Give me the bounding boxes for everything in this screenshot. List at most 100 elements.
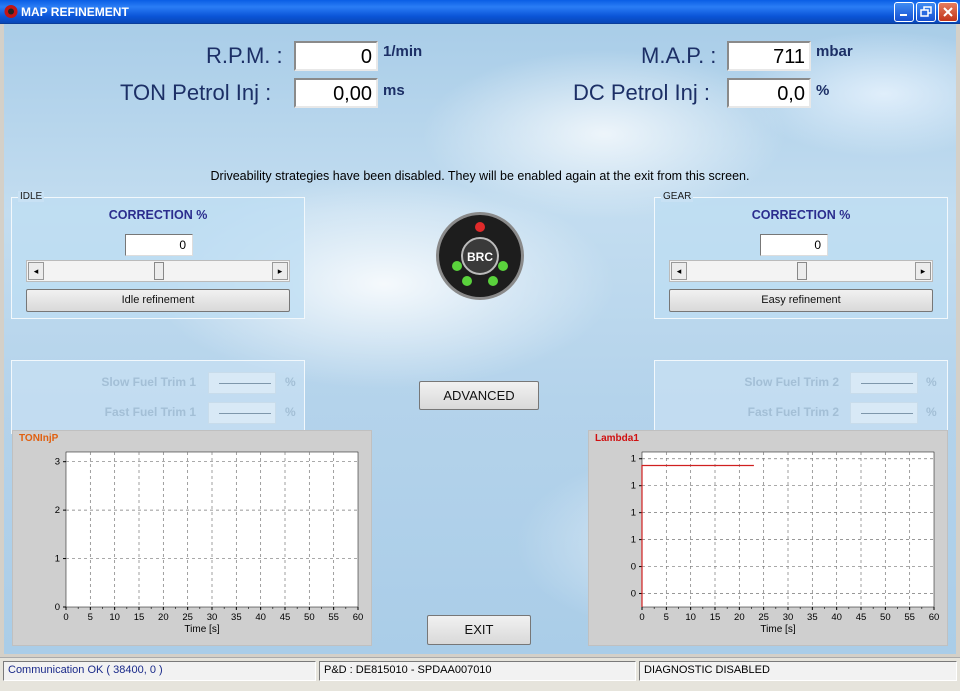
plot-area bbox=[65, 451, 359, 608]
x-tick-label: 55 bbox=[328, 612, 339, 623]
x-tick-label: 35 bbox=[231, 612, 242, 623]
dc-label: DC Petrol Inj : bbox=[573, 80, 710, 105]
gear-correction-title: CORRECTION % bbox=[751, 208, 851, 222]
brc-logo-text: BRC bbox=[467, 250, 493, 264]
gear-group: GEAR CORRECTION % 0 ◂ ▸ Easy refinement bbox=[654, 191, 948, 319]
y-tick-label: 1 bbox=[631, 508, 636, 519]
idle-correction-title: CORRECTION % bbox=[108, 208, 208, 222]
x-tick-label: 40 bbox=[255, 612, 266, 623]
lambda1-chart-panel: 0 5 10 15 20 25 30 35 40 45 50 55 60 0 0 1 1 1 1 Time [s] L… bbox=[588, 430, 948, 646]
easy-refinement-button[interactable]: Easy refinement bbox=[669, 289, 933, 312]
x-tick-label: 45 bbox=[856, 612, 867, 623]
exit-button[interactable]: EXIT bbox=[427, 615, 531, 645]
scroll-right-icon[interactable]: ▸ bbox=[915, 262, 931, 280]
brc-switch-logo: BRC bbox=[436, 212, 524, 300]
advanced-button[interactable]: ADVANCED bbox=[419, 381, 539, 410]
x-tick-label: 35 bbox=[807, 612, 818, 623]
map-label: M.A.P. : bbox=[641, 43, 717, 68]
idle-group-label: IDLE bbox=[18, 191, 45, 202]
rpm-value: 0 bbox=[294, 41, 378, 71]
rpm-unit: 1/min bbox=[383, 43, 423, 60]
map-unit: mbar bbox=[816, 43, 853, 60]
restore-icon bbox=[920, 6, 932, 17]
y-tick-label: 1 bbox=[631, 481, 636, 492]
x-tick-label: 0 bbox=[63, 612, 68, 623]
ton-unit: ms bbox=[383, 82, 405, 99]
toninjp-chart-title: TONInjP bbox=[19, 433, 59, 444]
slow-fuel-trim-2-label: Slow Fuel Trim 2 bbox=[744, 375, 839, 389]
y-tick-label: 3 bbox=[55, 457, 60, 468]
ton-value: 0,00 bbox=[294, 78, 378, 108]
scroll-left-icon[interactable]: ◂ bbox=[28, 262, 44, 280]
dc-value: 0,0 bbox=[727, 78, 811, 108]
toninjp-chart: 0 5 10 15 20 25 30 35 40 45 50 55 60 0 1 2 3 Time [s] bbox=[55, 451, 363, 635]
scroll-left-icon[interactable]: ◂ bbox=[671, 262, 687, 280]
x-tick-label: 10 bbox=[685, 612, 696, 623]
x-tick-label: 60 bbox=[929, 612, 940, 623]
gear-correction-input[interactable]: 0 bbox=[760, 234, 828, 256]
slider-thumb[interactable] bbox=[797, 262, 807, 280]
pd-status: P&D : DE815010 - SPDAA007010 bbox=[319, 661, 636, 681]
x-axis-label: Time [s] bbox=[760, 624, 795, 635]
x-tick-label: 50 bbox=[304, 612, 315, 623]
y-tick-label: 0 bbox=[631, 589, 636, 600]
slider-thumb[interactable] bbox=[154, 262, 164, 280]
x-tick-label: 10 bbox=[109, 612, 120, 623]
main-panel: R.P.M. : 0 1/min TON Petrol Inj : 0,00 m… bbox=[4, 24, 956, 654]
plot-area bbox=[641, 451, 935, 608]
x-tick-label: 20 bbox=[734, 612, 745, 623]
slow-fuel-trim-2-field bbox=[850, 372, 918, 394]
y-tick-label: 1 bbox=[55, 554, 60, 565]
x-tick-label: 20 bbox=[158, 612, 169, 623]
x-tick-label: 5 bbox=[88, 612, 93, 623]
fast-fuel-trim-1-unit: % bbox=[285, 405, 296, 419]
x-tick-label: 55 bbox=[904, 612, 915, 623]
driveability-notice: Driveability strategies have been disabl… bbox=[210, 169, 750, 183]
window-title: MAP REFINEMENT bbox=[21, 5, 129, 19]
scroll-right-icon[interactable]: ▸ bbox=[272, 262, 288, 280]
communication-status: Communication OK ( 38400, 0 ) bbox=[3, 661, 316, 681]
fuel-trim-2-panel: Slow Fuel Trim 2 % Fast Fuel Trim 2 % bbox=[654, 360, 948, 434]
x-tick-label: 40 bbox=[831, 612, 842, 623]
x-tick-label: 25 bbox=[182, 612, 193, 623]
rpm-label: R.P.M. : bbox=[206, 43, 283, 68]
x-tick-label: 45 bbox=[280, 612, 291, 623]
slow-fuel-trim-1-field bbox=[208, 372, 276, 394]
gear-group-label: GEAR bbox=[661, 191, 694, 202]
x-tick-label: 5 bbox=[664, 612, 669, 623]
close-button[interactable] bbox=[938, 2, 958, 22]
x-axis-label: Time [s] bbox=[184, 624, 219, 635]
maximize-button[interactable] bbox=[916, 2, 936, 22]
x-tick-label: 30 bbox=[783, 612, 794, 623]
x-tick-label: 15 bbox=[710, 612, 721, 623]
y-tick-label: 1 bbox=[631, 454, 636, 465]
map-value: 711 bbox=[727, 41, 811, 71]
title-bar: MAP REFINEMENT bbox=[0, 0, 960, 24]
gear-correction-slider[interactable]: ◂ ▸ bbox=[669, 260, 933, 282]
x-tick-label: 15 bbox=[134, 612, 145, 623]
lambda1-chart-title: Lambda1 bbox=[595, 433, 639, 444]
y-tick-label: 1 bbox=[631, 535, 636, 546]
fuel-trim-1-panel: Slow Fuel Trim 1 % Fast Fuel Trim 1 % bbox=[11, 360, 305, 434]
x-tick-label: 0 bbox=[639, 612, 644, 623]
idle-correction-slider[interactable]: ◂ ▸ bbox=[26, 260, 290, 282]
idle-refinement-button[interactable]: Idle refinement bbox=[26, 289, 290, 312]
minimize-button[interactable] bbox=[894, 2, 914, 22]
toninjp-chart-panel: 0 5 10 15 20 25 30 35 40 45 50 55 60 0 1 2 3 Time [s] TON… bbox=[12, 430, 372, 646]
diagnostic-status: DIAGNOSTIC DISABLED bbox=[639, 661, 957, 681]
slow-fuel-trim-1-unit: % bbox=[285, 375, 296, 389]
idle-correction-input[interactable]: 0 bbox=[125, 234, 193, 256]
x-tick-label: 30 bbox=[207, 612, 218, 623]
minimize-icon bbox=[900, 14, 907, 16]
y-tick-label: 2 bbox=[55, 505, 60, 516]
fast-fuel-trim-1-label: Fast Fuel Trim 1 bbox=[104, 405, 196, 419]
idle-group: IDLE CORRECTION % 0 ◂ ▸ Idle refinement bbox=[11, 191, 305, 319]
dc-unit: % bbox=[816, 82, 830, 99]
app-icon bbox=[4, 5, 18, 18]
fast-fuel-trim-2-field bbox=[850, 402, 918, 424]
x-tick-label: 50 bbox=[880, 612, 891, 623]
x-tick-label: 25 bbox=[758, 612, 769, 623]
slow-fuel-trim-1-label: Slow Fuel Trim 1 bbox=[101, 375, 196, 389]
y-tick-label: 0 bbox=[631, 562, 636, 573]
close-icon bbox=[943, 7, 953, 17]
